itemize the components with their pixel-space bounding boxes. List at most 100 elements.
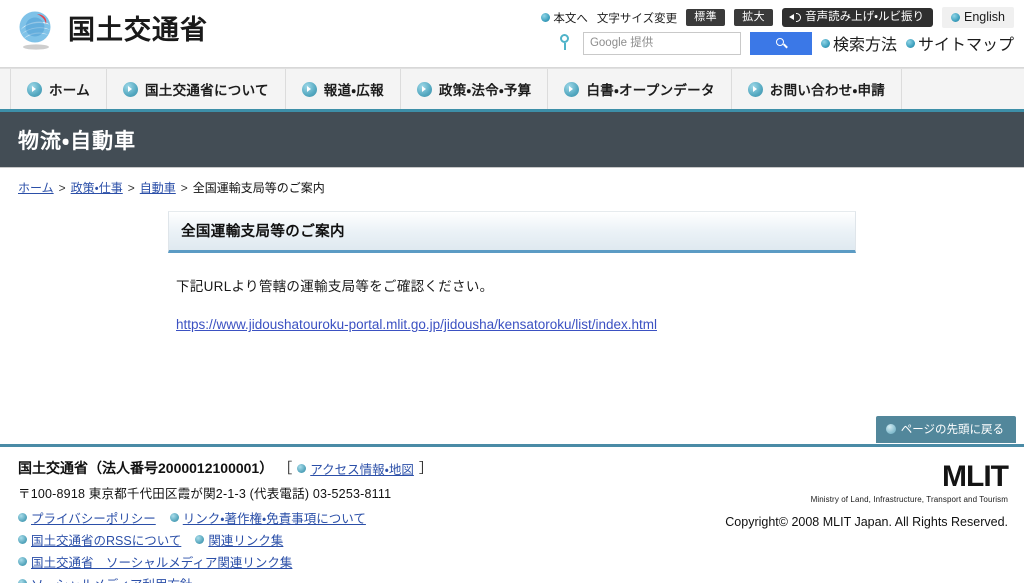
english-link[interactable]: English <box>942 7 1014 28</box>
footer-links-row: プライバシーポリシー リンク・著作権・免責事項について <box>18 508 725 527</box>
nav-item-label: 政策・法令・予算 <box>438 83 532 98</box>
bullet-icon <box>195 535 205 544</box>
privacy-policy-link[interactable]: プライバシーポリシー <box>18 508 156 527</box>
bracket-open: ［ <box>278 460 293 476</box>
how-to-search-link[interactable]: 検索方法 <box>820 31 897 55</box>
nav-item-label: ホーム <box>49 83 90 98</box>
nav-item-press[interactable]: 報道・広報 <box>286 69 401 109</box>
global-navigation: ホーム 国土交通省について 報道・広報 政策・法令・予算 白書・オープンデータ … <box>0 68 1024 112</box>
bracket-close: ］ <box>418 460 433 476</box>
utility-bar: 本文へ 文字サイズ変更 標準 拡大 音声読み上げ・ルビ振り English <box>541 7 1014 28</box>
footer-links-row: 国土交通省のRSSについて 関連リンク集 <box>18 530 725 549</box>
copyright-disclaimer-link[interactable]: リンク・著作権・免責事項について <box>169 508 366 527</box>
search-button[interactable] <box>749 31 812 55</box>
search-input[interactable] <box>582 31 741 55</box>
nav-item-whitepaper[interactable]: 白書・オープンデータ <box>548 69 732 109</box>
nav-item-about[interactable]: 国土交通省について <box>107 69 286 109</box>
copyright-text: Copyright© 2008 MLIT Japan. All Rights R… <box>725 515 1008 529</box>
search-decoration-icon <box>558 33 574 53</box>
footer-links: プライバシーポリシー リンク・著作権・免責事項について 国土交通省のRSSについ… <box>18 508 725 583</box>
breadcrumb-separator: > <box>180 180 188 195</box>
bullet-icon <box>169 513 179 522</box>
site-brand[interactable]: 国土交通省 <box>14 8 208 52</box>
breadcrumb-item-automobile[interactable]: 自動車 <box>140 179 176 196</box>
social-media-links-link[interactable]: 国土交通省 ソーシャルメディア関連リンク集 <box>18 552 292 571</box>
access-info-label[interactable]: アクセス情報・地図 <box>310 459 414 478</box>
skip-to-main-link[interactable]: 本文へ <box>541 10 588 26</box>
external-url-link[interactable]: https://www.jidoushatouroku-portal.mlit.… <box>176 317 657 332</box>
chevron-right-icon <box>747 81 763 97</box>
footer-organization-name: 国土交通省（法人番号2000012100001） <box>18 460 274 476</box>
breadcrumb-separator: > <box>58 180 66 195</box>
site-name: 国土交通省 <box>68 14 208 45</box>
chevron-right-icon <box>564 81 580 97</box>
related-links-label[interactable]: 関連リンク集 <box>208 530 283 549</box>
bullet-icon <box>905 38 915 48</box>
skip-to-main-label: 本文へ <box>553 12 588 25</box>
audio-reading-label: 音声読み上げ・ルビ振り <box>805 10 924 23</box>
breadcrumb: ホーム > 政策・仕事 > 自動車 > 全国運輸支局等のご案内 <box>0 168 1024 205</box>
main-content: 全国運輸支局等のご案内 下記URLより管轄の運輸支局等をご確認ください。 htt… <box>0 205 1024 395</box>
footer-links-row: 国土交通省 ソーシャルメディア関連リンク集 <box>18 552 725 571</box>
footer-address: 〒100-8918 東京都千代田区霞が関2-1-3 (代表電話) 03-5253… <box>18 487 392 501</box>
circle-up-icon <box>885 424 896 434</box>
chevron-right-icon <box>123 81 138 97</box>
page-title: 物流・自動車 <box>18 129 137 153</box>
rss-label[interactable]: 国土交通省のRSSについて <box>31 530 181 549</box>
sitemap-link[interactable]: サイトマップ <box>905 31 1014 55</box>
nav-item-contact[interactable]: お問い合わせ・申請 <box>732 69 903 109</box>
privacy-policy-label[interactable]: プライバシーポリシー <box>31 508 156 527</box>
audio-reading-button[interactable]: 音声読み上げ・ルビ振り <box>782 7 933 28</box>
nav-item-label: 報道・広報 <box>323 83 384 98</box>
font-size-label: 文字サイズ変更 <box>596 12 678 25</box>
section-heading: 全国運輸支局等のご案内 <box>168 211 856 253</box>
bullet-icon <box>541 13 551 22</box>
footer-links-row: ソーシャルメディア利用方針 <box>18 574 725 583</box>
page-root: 国土交通省 本文へ 文字サイズ変更 標準 拡大 音声読み上げ・ルビ振り Engl… <box>0 0 1024 583</box>
related-links-link[interactable]: 関連リンク集 <box>195 530 283 549</box>
bullet-icon <box>18 557 27 566</box>
rss-link[interactable]: 国土交通省のRSSについて <box>18 530 181 549</box>
breadcrumb-item-policy[interactable]: 政策・仕事 <box>71 179 123 196</box>
chevron-right-icon <box>301 81 317 97</box>
body-paragraph: 下記URLより管轄の運輸支局等をご確認ください。 <box>176 279 494 294</box>
back-to-top-label: ページの先頭に戻る <box>900 424 1004 436</box>
chevron-right-icon <box>27 81 42 97</box>
bullet-icon <box>18 579 27 583</box>
site-header: 国土交通省 本文へ 文字サイズ変更 標準 拡大 音声読み上げ・ルビ振り Engl… <box>0 0 1024 68</box>
social-media-policy-link[interactable]: ソーシャルメディア利用方針 <box>18 574 192 583</box>
search-area: 検索方法 サイトマップ <box>558 31 1014 55</box>
page-top-row: ページの先頭に戻る <box>875 416 1016 443</box>
back-to-top-button[interactable]: ページの先頭に戻る <box>875 416 1016 443</box>
nav-item-policy[interactable]: 政策・法令・予算 <box>401 69 549 109</box>
nav-item-label: 国土交通省について <box>145 83 269 98</box>
mlit-globe-logo-icon <box>14 8 58 52</box>
english-label: English <box>964 10 1005 24</box>
bullet-icon <box>820 38 830 48</box>
mlit-wordmark: MLIT <box>942 460 1009 493</box>
breadcrumb-item-home[interactable]: ホーム <box>18 179 54 196</box>
social-media-links-label[interactable]: 国土交通省 ソーシャルメディア関連リンク集 <box>31 552 292 571</box>
breadcrumb-separator: > <box>127 180 135 195</box>
copyright-disclaimer-label[interactable]: リンク・著作権・免責事項について <box>183 508 366 527</box>
nav-item-home[interactable]: ホーム <box>10 69 107 109</box>
footer-organization-row: 国土交通省（法人番号2000012100001） ［ アクセス情報・地図 ］ <box>18 458 725 478</box>
sitemap-label: サイトマップ <box>917 37 1014 54</box>
nav-item-label: お問い合わせ・申請 <box>769 83 886 98</box>
chevron-right-icon <box>416 81 432 97</box>
mlit-wordmark-subtitle: Ministry of Land, Infrastructure, Transp… <box>810 495 1008 504</box>
access-info-link[interactable]: アクセス情報・地図 <box>297 459 414 478</box>
speaker-icon <box>789 12 802 22</box>
font-size-large-button[interactable]: 拡大 <box>734 8 774 27</box>
site-footer: 国土交通省（法人番号2000012100001） ［ アクセス情報・地図 ］ 〒… <box>0 444 1024 583</box>
breadcrumb-item-current: 全国運輸支局等のご案内 <box>192 181 325 195</box>
bullet-icon <box>951 12 960 22</box>
bullet-icon <box>18 535 27 544</box>
social-media-policy-label[interactable]: ソーシャルメディア利用方針 <box>31 574 192 583</box>
font-size-standard-button[interactable]: 標準 <box>686 8 726 27</box>
page-banner: 物流・自動車 <box>0 112 1024 168</box>
bullet-icon <box>18 513 27 522</box>
nav-item-label: 白書・オープンデータ <box>586 83 715 98</box>
how-to-search-label: 検索方法 <box>832 37 897 54</box>
bullet-icon <box>297 463 307 473</box>
